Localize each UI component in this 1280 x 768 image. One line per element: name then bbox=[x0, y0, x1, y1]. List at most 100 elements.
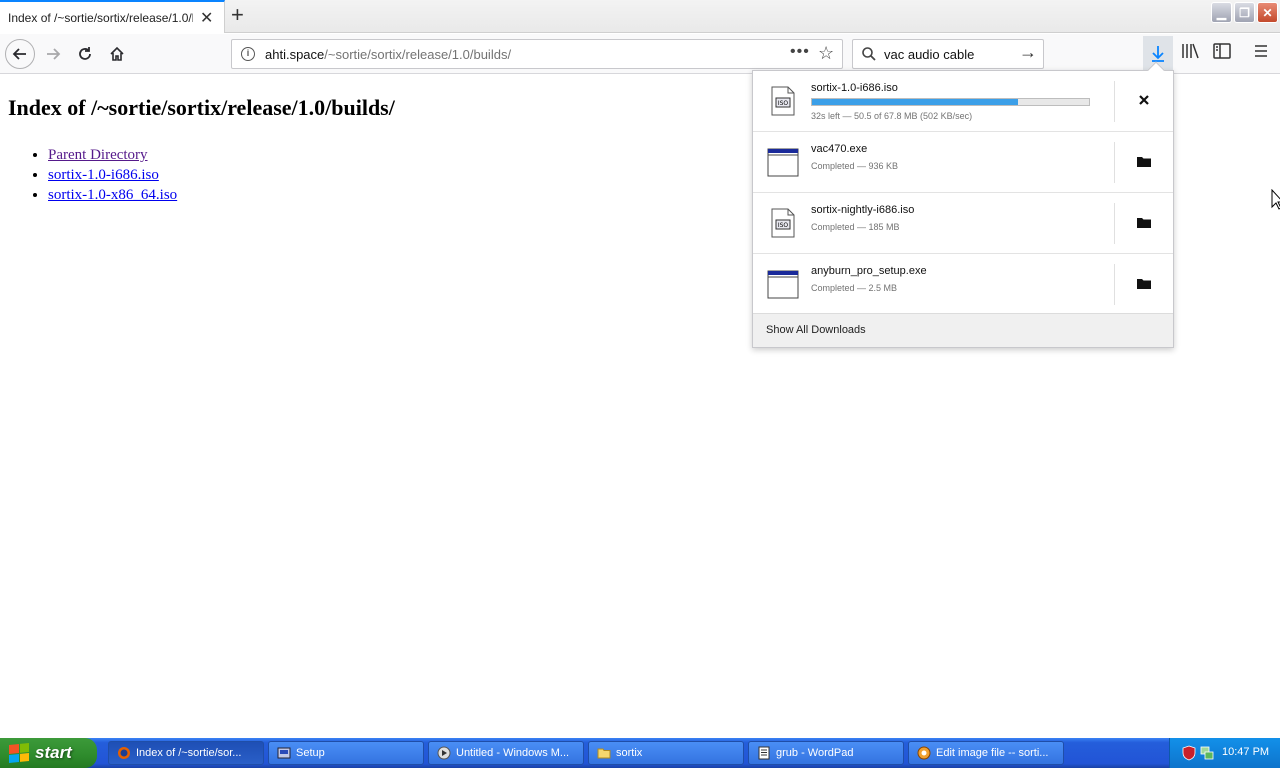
file-link-i686[interactable]: sortix-1.0-i686.iso bbox=[48, 167, 159, 183]
address-bar[interactable]: i ahti.space/~sortie/sortix/release/1.0/… bbox=[231, 39, 843, 69]
tab-title: Index of /~sortie/sortix/release/1.0/b bbox=[8, 11, 193, 25]
divider bbox=[1114, 264, 1115, 305]
taskbar-item-label: Edit image file -- sorti... bbox=[936, 747, 1049, 759]
download-status: Completed — 185 MB bbox=[811, 222, 900, 232]
divider bbox=[1114, 81, 1115, 122]
parent-directory-link[interactable]: Parent Directory bbox=[48, 147, 148, 163]
iso-file-icon: ISO bbox=[771, 208, 795, 238]
bookmark-star-icon[interactable]: ☆ bbox=[818, 43, 834, 64]
minimize-button[interactable]: ▁ bbox=[1211, 2, 1232, 23]
folder-icon[interactable] bbox=[1136, 275, 1152, 291]
new-tab-icon[interactable]: + bbox=[231, 3, 244, 27]
setup-icon bbox=[277, 747, 291, 759]
reload-icon bbox=[79, 47, 91, 60]
download-filename: vac470.exe bbox=[811, 143, 868, 155]
image-editor-icon bbox=[917, 746, 931, 760]
file-link-x86-64[interactable]: sortix-1.0-x86_64.iso bbox=[48, 187, 177, 203]
download-item[interactable]: vac470.exe Completed — 936 KB bbox=[753, 132, 1173, 193]
url-host: ahti.space bbox=[265, 47, 325, 62]
media-player-icon bbox=[437, 746, 451, 760]
download-status: Completed — 2.5 MB bbox=[811, 283, 898, 293]
download-status: Completed — 936 KB bbox=[811, 161, 899, 171]
folder-icon bbox=[597, 748, 611, 759]
close-window-button[interactable]: ✕ bbox=[1257, 2, 1278, 23]
windows-logo-icon bbox=[9, 742, 29, 764]
taskbar-item-sortix[interactable]: sortix bbox=[588, 741, 744, 765]
tab-close-icon[interactable]: ✕ bbox=[200, 8, 213, 28]
start-label: start bbox=[35, 743, 72, 762]
home-icon bbox=[110, 46, 124, 61]
list-item: sortix-1.0-x86_64.iso bbox=[48, 185, 395, 205]
folder-icon[interactable] bbox=[1136, 214, 1152, 230]
exe-file-icon bbox=[767, 148, 799, 177]
home-button[interactable] bbox=[105, 42, 129, 66]
back-button[interactable] bbox=[5, 39, 35, 69]
network-icon[interactable] bbox=[1200, 745, 1214, 761]
exe-file-icon bbox=[767, 270, 799, 299]
download-item[interactable]: anyburn_pro_setup.exe Completed — 2.5 MB bbox=[753, 254, 1173, 315]
search-go-icon[interactable]: → bbox=[1019, 42, 1037, 63]
security-shield-icon[interactable] bbox=[1182, 745, 1196, 761]
library-icon[interactable] bbox=[1181, 43, 1199, 64]
start-button[interactable]: start bbox=[0, 738, 97, 768]
search-bar[interactable]: vac audio cable → bbox=[852, 39, 1044, 69]
taskbar-item-media[interactable]: Untitled - Windows M... bbox=[428, 741, 584, 765]
svg-text:ISO: ISO bbox=[778, 100, 789, 107]
restore-button[interactable]: ❐ bbox=[1234, 2, 1255, 23]
folder-icon[interactable] bbox=[1136, 153, 1152, 169]
tab-current[interactable]: Index of /~sortie/sortix/release/1.0/b ✕ bbox=[0, 0, 225, 33]
taskbar-item-label: Index of /~sortie/sor... bbox=[136, 747, 242, 759]
forward-button[interactable] bbox=[41, 42, 65, 66]
download-progress-fill bbox=[812, 99, 1019, 105]
page-content: Index of /~sortie/sortix/release/1.0/bui… bbox=[8, 95, 395, 205]
window-controls: ▁ ❐ ✕ bbox=[1211, 2, 1278, 23]
show-all-downloads-button[interactable]: Show All Downloads bbox=[753, 313, 1173, 347]
url-text[interactable]: ahti.space/~sortie/sortix/release/1.0/bu… bbox=[265, 47, 511, 62]
taskbar-item-image-editor[interactable]: Edit image file -- sorti... bbox=[908, 741, 1064, 765]
search-icon bbox=[862, 47, 876, 61]
list-item: Parent Directory bbox=[48, 145, 395, 165]
iso-file-icon: ISO bbox=[771, 86, 795, 116]
download-status: 32s left — 50.5 of 67.8 MB (502 KB/sec) bbox=[811, 111, 973, 121]
taskbar-item-wordpad[interactable]: grub - WordPad bbox=[748, 741, 904, 765]
taskbar-item-firefox[interactable]: Index of /~sortie/sor... bbox=[108, 741, 264, 765]
forward-arrow-icon bbox=[47, 48, 61, 60]
file-list: Parent Directory sortix-1.0-i686.iso sor… bbox=[48, 145, 395, 205]
downloads-panel: ISO sortix-1.0-i686.iso 32s left — 50.5 … bbox=[752, 61, 1174, 348]
system-tray: 10:47 PM bbox=[1169, 738, 1280, 768]
svg-text:ISO: ISO bbox=[778, 222, 789, 229]
show-all-downloads-label: Show All Downloads bbox=[766, 324, 866, 336]
taskbar-item-label: Untitled - Windows M... bbox=[456, 747, 570, 759]
taskbar-item-label: sortix bbox=[616, 747, 643, 759]
download-filename: sortix-nightly-i686.iso bbox=[811, 204, 915, 216]
divider bbox=[1114, 203, 1115, 244]
taskbar-item-setup[interactable]: Setup bbox=[268, 741, 424, 765]
download-progress-bar bbox=[811, 98, 1090, 106]
reload-button[interactable] bbox=[73, 42, 97, 66]
mouse-cursor-icon bbox=[1271, 189, 1280, 210]
menu-icon[interactable] bbox=[1253, 43, 1269, 64]
taskbar-item-label: grub - WordPad bbox=[776, 747, 854, 759]
list-item: sortix-1.0-i686.iso bbox=[48, 165, 395, 185]
search-input[interactable]: vac audio cable bbox=[884, 47, 974, 62]
download-item[interactable]: ISO sortix-nightly-i686.iso Completed — … bbox=[753, 193, 1173, 254]
download-arrow-icon bbox=[1152, 46, 1164, 62]
page-actions-icon[interactable]: ••• bbox=[790, 43, 810, 61]
url-path: /~sortie/sortix/release/1.0/builds/ bbox=[324, 47, 512, 62]
taskbar: start Index of /~sortie/sor... Setup Unt… bbox=[0, 738, 1280, 768]
cancel-icon[interactable] bbox=[1136, 92, 1152, 108]
wordpad-icon bbox=[758, 746, 770, 760]
navigation-bar: i ahti.space/~sortie/sortix/release/1.0/… bbox=[0, 34, 1280, 74]
download-filename: sortix-1.0-i686.iso bbox=[811, 82, 898, 94]
sidebar-icon[interactable] bbox=[1213, 43, 1231, 64]
back-arrow-icon bbox=[12, 48, 26, 60]
clock[interactable]: 10:47 PM bbox=[1222, 746, 1269, 758]
tab-strip: Index of /~sortie/sortix/release/1.0/b ✕… bbox=[0, 0, 1280, 33]
site-info-icon[interactable]: i bbox=[241, 47, 255, 61]
download-filename: anyburn_pro_setup.exe bbox=[811, 265, 927, 277]
divider bbox=[1114, 142, 1115, 183]
taskbar-item-label: Setup bbox=[296, 747, 325, 759]
page-title: Index of /~sortie/sortix/release/1.0/bui… bbox=[8, 95, 395, 120]
firefox-icon bbox=[118, 747, 130, 759]
download-item[interactable]: ISO sortix-1.0-i686.iso 32s left — 50.5 … bbox=[753, 71, 1173, 132]
